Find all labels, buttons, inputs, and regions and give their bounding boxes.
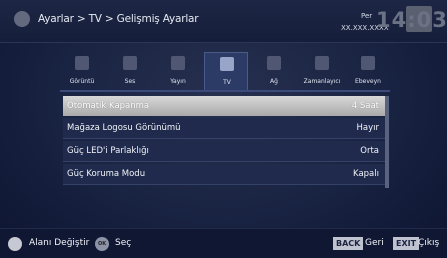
tab-parental[interactable]: Ebeveyn <box>346 52 390 90</box>
header-bar: Ayarlar > TV > Gelişmiş Ayarlar Per XX.X… <box>0 0 447 43</box>
tab-tv-label: TV <box>223 79 231 86</box>
antenna-icon <box>171 56 185 70</box>
select-hint: Seç <box>115 238 132 248</box>
tab-timer[interactable]: Zamanlayıcı <box>300 52 344 90</box>
tab-tv[interactable]: TV <box>204 52 248 90</box>
menu-item-power-save[interactable]: Güç Koruma Modu Kapalı <box>63 164 385 185</box>
menu-item-value: 4 Saat <box>351 101 379 111</box>
tab-parental-label: Ebeveyn <box>355 78 381 85</box>
exit-hint: Çıkış <box>418 238 440 248</box>
tv-icon <box>220 57 234 71</box>
settings-tabs: Görüntü Ses Yayın TV Ağ Zamanlayıcı Ebev… <box>60 52 390 90</box>
settings-gear-icon <box>14 11 30 27</box>
tab-sound-label: Ses <box>124 78 136 85</box>
menu-item-value: Kapalı <box>353 169 379 179</box>
exit-key-icon[interactable]: EXIT <box>393 237 420 250</box>
menu-item-label: Güç LED'i Parlaklığı <box>67 146 149 156</box>
picture-icon <box>75 56 89 70</box>
speaker-icon <box>123 56 137 70</box>
ok-button-icon: OK <box>95 237 109 251</box>
day-of-week: Per <box>361 12 373 20</box>
back-key-icon[interactable]: BACK <box>333 237 364 250</box>
menu-item-auto-sleep[interactable]: Otomatik Kapanma 4 Saat <box>63 96 385 116</box>
menu-item-label: Güç Koruma Modu <box>67 169 146 179</box>
parental-icon <box>361 56 375 70</box>
tab-timer-label: Zamanlayıcı <box>303 78 341 85</box>
back-hint: Geri <box>365 238 384 248</box>
menu-item-label: Mağaza Logosu Görünümü <box>67 123 181 133</box>
tab-sound[interactable]: Ses <box>108 52 152 90</box>
clock-time: 14:03 <box>376 8 447 32</box>
advanced-settings-list: Otomatik Kapanma 4 Saat Mağaza Logosu Gö… <box>63 96 385 187</box>
tab-picture-label: Görüntü <box>69 78 95 85</box>
tv-settings-screen: Ayarlar > TV > Gelişmiş Ayarlar Per XX.X… <box>0 0 447 258</box>
menu-item-label: Otomatik Kapanma <box>67 101 150 111</box>
clock-icon <box>315 56 329 70</box>
tab-picture[interactable]: Görüntü <box>60 52 104 90</box>
menu-item-value: Hayır <box>356 123 380 133</box>
tab-divider <box>60 90 390 92</box>
move-hint: Alanı Değiştir <box>29 238 90 248</box>
tab-network[interactable]: Ağ <box>252 52 296 90</box>
menu-item-store-logo[interactable]: Mağaza Logosu Görünümü Hayır <box>63 118 385 139</box>
menu-item-led-brightness[interactable]: Güç LED'i Parlaklığı Orta <box>63 141 385 162</box>
breadcrumb: Ayarlar > TV > Gelişmiş Ayarlar <box>38 13 199 25</box>
tab-network-label: Ağ <box>270 78 278 85</box>
scrollbar[interactable] <box>385 96 389 188</box>
globe-icon <box>267 56 281 70</box>
menu-item-value: Orta <box>360 146 379 156</box>
dpad-icon <box>8 237 22 251</box>
footer-hints: Alanı Değiştir OK Seç BACK Geri EXIT Çık… <box>0 228 447 258</box>
tab-broadcast[interactable]: Yayın <box>156 52 200 90</box>
tab-broadcast-label: Yayın <box>170 78 186 85</box>
